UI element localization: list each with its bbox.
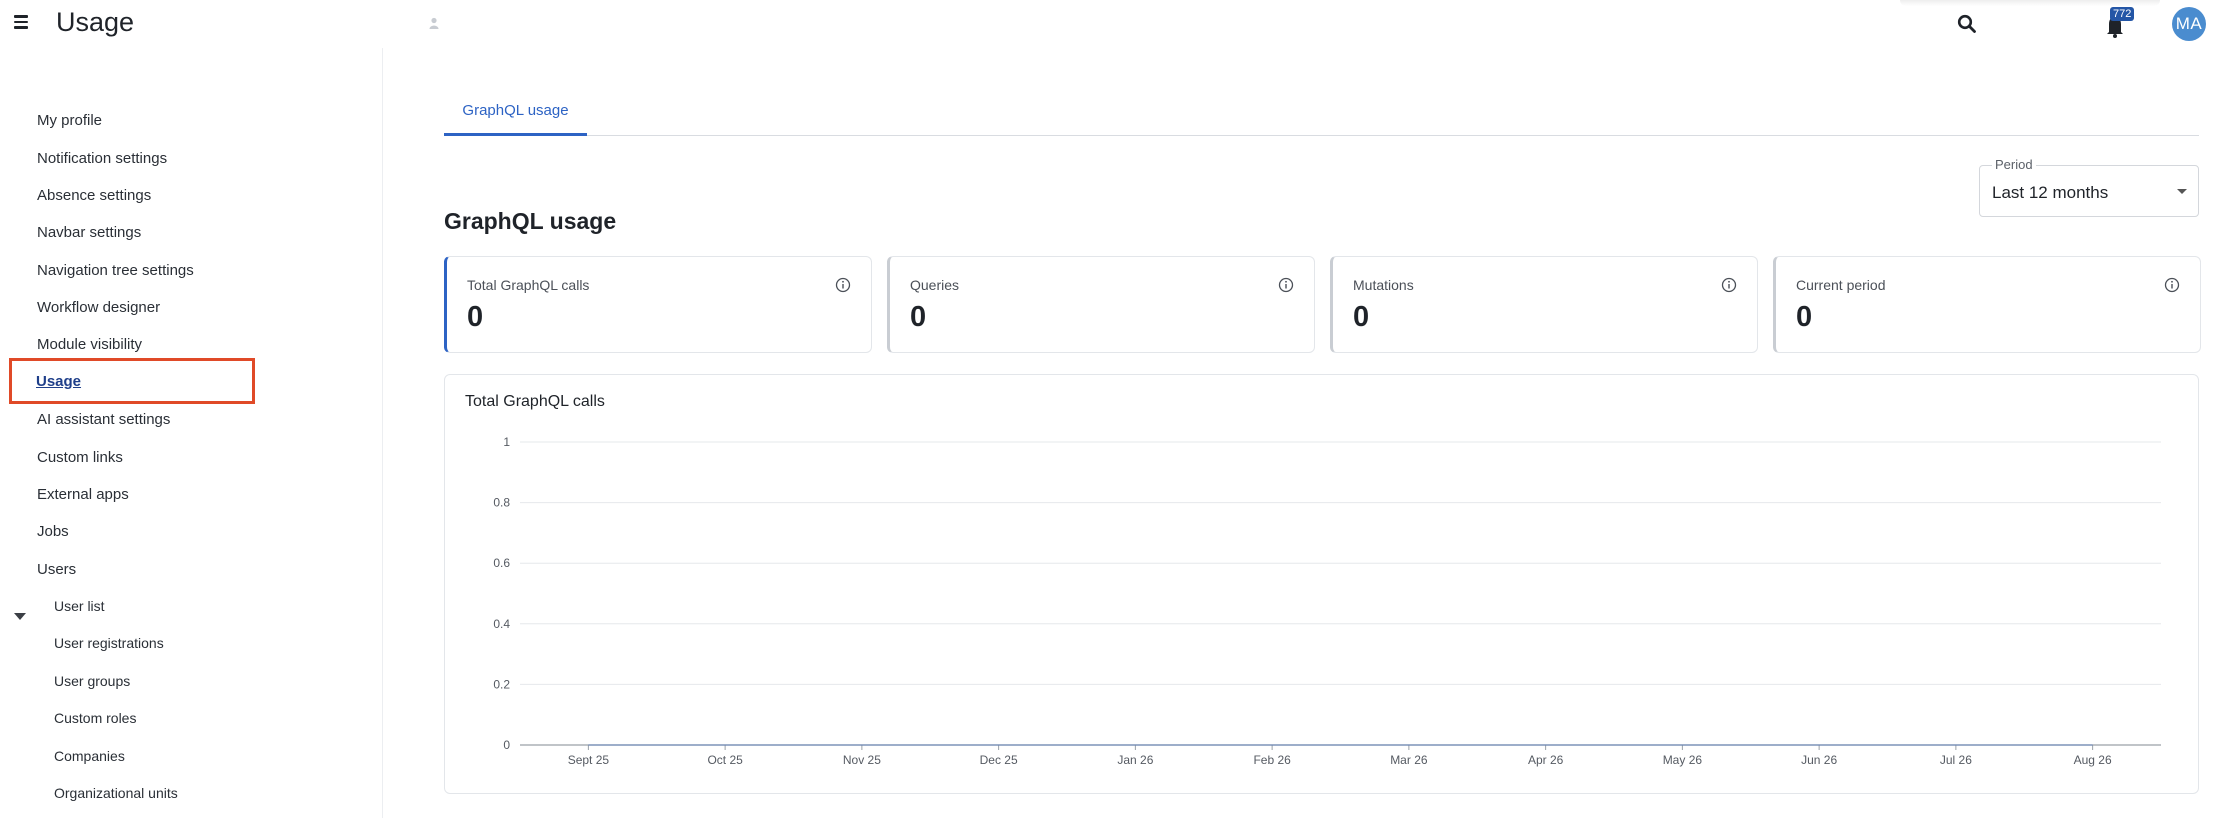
- stat-card-value: 0: [1353, 301, 1370, 333]
- y-tick-label: 1: [503, 435, 510, 449]
- info-icon[interactable]: [835, 277, 851, 293]
- sidebar: My profile Notification settings Absence…: [0, 48, 383, 818]
- info-icon[interactable]: [1721, 277, 1737, 293]
- top-shadow-decoration: [1900, 0, 2160, 6]
- x-tick-label: Nov 25: [843, 753, 881, 767]
- sidebar-subitem-user-groups[interactable]: User groups: [54, 673, 130, 689]
- sidebar-subitem-custom-roles[interactable]: Custom roles: [54, 710, 136, 726]
- x-tick-label: Sept 25: [568, 753, 610, 767]
- sidebar-subitem-user-registrations[interactable]: User registrations: [54, 635, 164, 651]
- x-tick-label: Jan 26: [1117, 753, 1153, 767]
- section-title: GraphQL usage: [444, 208, 617, 234]
- y-tick-label: 0.8: [493, 496, 510, 510]
- x-tick-label: Aug 26: [2074, 753, 2112, 767]
- top-bar: Usage 772 MA: [0, 0, 2221, 48]
- period-label: Period: [1992, 157, 2036, 172]
- x-tick-label: May 26: [1663, 753, 1703, 767]
- y-tick-label: 0.6: [493, 556, 510, 570]
- sidebar-item-ai-assistant-settings[interactable]: AI assistant settings: [37, 411, 170, 428]
- notification-badge: 772: [2110, 7, 2135, 21]
- tab-bar: GraphQL usage: [444, 96, 2199, 136]
- period-select[interactable]: Period Last 12 months: [1979, 157, 2199, 217]
- stat-card-label: Current period: [1796, 277, 1886, 293]
- stat-card-mutations: Mutations 0: [1330, 256, 1758, 353]
- chart-card: Total GraphQL calls 0 0.2 0.4 0.6 0.8 1 Sept 2…: [444, 374, 2199, 794]
- sidebar-item-external-apps[interactable]: External apps: [37, 486, 129, 503]
- y-tick-label: 0.4: [493, 617, 510, 631]
- caret-down-icon: [2177, 189, 2187, 194]
- y-tick-label: 0: [503, 738, 510, 752]
- sidebar-item-absence-settings[interactable]: Absence settings: [37, 187, 151, 204]
- sidebar-item-users[interactable]: Users: [37, 561, 76, 578]
- sidebar-subitem-user-list[interactable]: User list: [54, 598, 105, 614]
- sidebar-item-my-profile[interactable]: My profile: [37, 112, 102, 129]
- stat-card-value: 0: [467, 301, 484, 333]
- sidebar-item-navigation-tree-settings[interactable]: Navigation tree settings: [37, 262, 194, 279]
- stat-card-current-period: Current period 0: [1773, 256, 2201, 353]
- page-title: Usage: [56, 7, 135, 37]
- x-tick-label: Jun 26: [1801, 753, 1837, 767]
- info-icon[interactable]: [2164, 277, 2180, 293]
- sidebar-item-module-visibility[interactable]: Module visibility: [37, 336, 142, 353]
- y-tick-label: 0.2: [493, 677, 510, 691]
- x-tick-label: Feb 26: [1253, 753, 1291, 767]
- sidebar-subitem-companies[interactable]: Companies: [54, 748, 125, 764]
- x-tick-label: Mar 26: [1390, 753, 1428, 767]
- x-tick-label: Jul 26: [1940, 753, 1972, 767]
- stat-card-total-calls: Total GraphQL calls 0: [444, 256, 872, 353]
- sidebar-item-custom-links[interactable]: Custom links: [37, 449, 123, 466]
- sidebar-item-notification-settings[interactable]: Notification settings: [37, 150, 167, 167]
- sidebar-item-navbar-settings[interactable]: Navbar settings: [37, 224, 141, 241]
- stat-card-value: 0: [910, 301, 927, 333]
- menu-icon[interactable]: [14, 15, 28, 29]
- sidebar-item-workflow-designer[interactable]: Workflow designer: [37, 299, 160, 316]
- stat-card-queries: Queries 0: [887, 256, 1315, 353]
- chevron-down-icon[interactable]: [14, 613, 26, 620]
- search-icon[interactable]: [1957, 14, 1977, 34]
- sidebar-subitem-organizational-units[interactable]: Organizational units: [54, 785, 178, 801]
- x-tick-label: Apr 26: [1528, 753, 1564, 767]
- stat-card-label: Mutations: [1353, 277, 1414, 293]
- highlight-annotation: [9, 358, 255, 404]
- sidebar-item-jobs[interactable]: Jobs: [37, 523, 69, 540]
- info-icon[interactable]: [1278, 277, 1294, 293]
- line-chart: 0 0.2 0.4 0.6 0.8 1 Sept 25 Oct 25 Nov 25 Dec 25 J…: [493, 435, 2161, 767]
- user-icon: [429, 17, 439, 29]
- stat-card-label: Queries: [910, 277, 960, 293]
- stat-card-label: Total GraphQL calls: [467, 277, 590, 293]
- avatar[interactable]: MA: [2172, 7, 2206, 41]
- tab-graphql-usage[interactable]: GraphQL usage: [444, 96, 587, 136]
- x-tick-label: Dec 25: [980, 753, 1018, 767]
- stat-card-value: 0: [1796, 301, 1813, 333]
- x-tick-label: Oct 25: [707, 753, 743, 767]
- period-value: Last 12 months: [1992, 183, 2109, 202]
